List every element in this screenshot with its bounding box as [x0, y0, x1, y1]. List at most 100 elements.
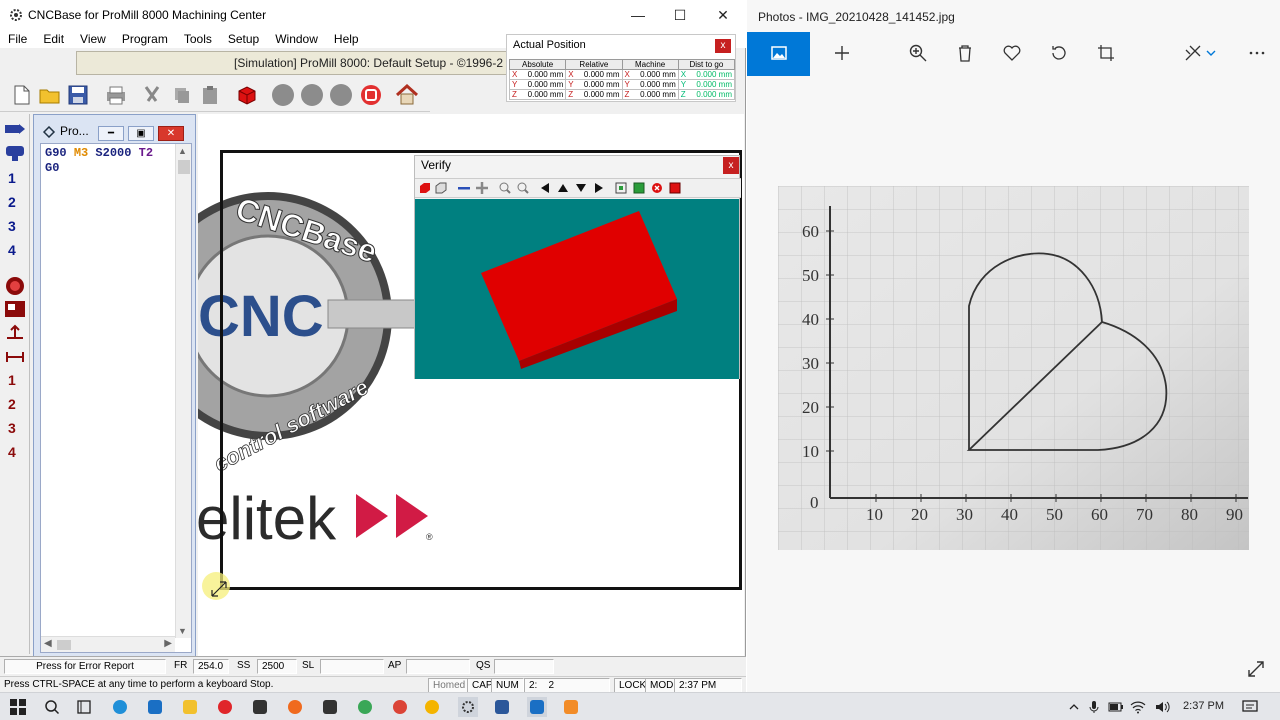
program-close-button[interactable]: ✕	[158, 126, 184, 141]
task-view-icon[interactable]	[74, 697, 94, 717]
close-button[interactable]: ✕	[701, 0, 745, 30]
menu-window[interactable]: Window	[267, 30, 326, 48]
more-options-icon[interactable]	[1247, 43, 1267, 63]
delete-icon[interactable]	[955, 43, 975, 63]
copy-icon[interactable]	[170, 83, 194, 107]
menu-file[interactable]: File	[0, 30, 35, 48]
rotate-right-icon[interactable]	[593, 182, 605, 194]
height-offset-icon[interactable]	[5, 324, 25, 342]
solid-view-icon[interactable]	[419, 182, 431, 194]
see-all-photos-button[interactable]	[747, 32, 810, 76]
cycle-button-3[interactable]	[329, 83, 353, 107]
chrome-active-icon[interactable]	[422, 697, 442, 717]
store-icon[interactable]	[250, 697, 270, 717]
error-report-button[interactable]: Press for Error Report	[4, 659, 166, 674]
rotate-up-icon[interactable]	[557, 182, 569, 194]
security-icon[interactable]	[320, 697, 340, 717]
program-titlebar[interactable]: Pro... ━ ▣ ✕	[34, 119, 195, 141]
offset-icon[interactable]	[4, 300, 26, 318]
jog-2-button[interactable]: 2	[8, 194, 16, 210]
horizontal-scrollbar[interactable]: ◀ ▶	[41, 636, 175, 652]
save-disk-icon[interactable]	[66, 83, 90, 107]
crop-icon[interactable]	[1096, 43, 1116, 63]
paste-icon[interactable]	[198, 83, 222, 107]
iso-view-icon[interactable]	[633, 182, 645, 194]
actual-position-close-button[interactable]: x	[715, 39, 731, 53]
vertical-scrollbar[interactable]: ▲ ▼	[175, 144, 191, 638]
menu-view[interactable]: View	[72, 30, 114, 48]
start-menu-icon[interactable]	[8, 697, 28, 717]
cycle-button-1[interactable]	[271, 83, 295, 107]
word-icon[interactable]	[492, 697, 512, 717]
gcode-editor[interactable]: G90 M3 S2000 T2 G0 ▲ ▼ ◀ ▶	[40, 143, 192, 653]
length-offset-icon[interactable]	[5, 348, 25, 366]
zoom-plus-icon[interactable]	[475, 182, 489, 194]
verify-3d-view[interactable]	[415, 199, 739, 379]
zoom-icon[interactable]	[908, 43, 928, 63]
jog-4-button[interactable]: 4	[8, 242, 16, 258]
notifications-icon[interactable]	[1240, 697, 1260, 717]
minimize-button[interactable]: —	[616, 0, 660, 30]
snip-tool-icon[interactable]	[561, 697, 581, 717]
file-explorer-icon[interactable]	[180, 697, 200, 717]
wifi-icon[interactable]	[1128, 697, 1148, 717]
rotate-left-icon[interactable]	[539, 182, 551, 194]
cycle-button-2[interactable]	[300, 83, 324, 107]
edit-tools-icon[interactable]	[1183, 43, 1203, 63]
menu-setup[interactable]: Setup	[220, 30, 267, 48]
home-icon[interactable]	[395, 83, 419, 107]
tool-change-icon[interactable]	[4, 144, 26, 162]
offset-4-button[interactable]: 4	[8, 444, 16, 460]
rotate-down-icon[interactable]	[575, 182, 587, 194]
cut-icon[interactable]	[140, 83, 164, 107]
offset-3-button[interactable]: 3	[8, 420, 16, 436]
verify-close-button[interactable]: x	[723, 157, 739, 174]
photos-task-icon[interactable]	[527, 697, 547, 717]
offset-2-button[interactable]: 2	[8, 396, 16, 412]
chevron-up-icon[interactable]	[1064, 697, 1084, 717]
jog-3-button[interactable]: 3	[8, 218, 16, 234]
favorite-icon[interactable]	[1002, 43, 1022, 63]
stock-cube-icon[interactable]	[235, 83, 259, 107]
program-minimize-button[interactable]: ━	[98, 126, 124, 141]
search-icon[interactable]	[42, 697, 62, 717]
taskbar-clock[interactable]: 2:37 PM	[1183, 700, 1224, 712]
program-restore-button[interactable]: ▣	[128, 126, 154, 141]
opera-icon[interactable]	[215, 697, 235, 717]
zoom-in-icon[interactable]	[499, 182, 511, 194]
print-icon[interactable]	[104, 83, 128, 107]
menu-help[interactable]: Help	[326, 30, 367, 48]
spindle-icon[interactable]	[4, 122, 26, 136]
stock-icon[interactable]	[669, 182, 681, 194]
record-icon[interactable]	[5, 276, 25, 296]
offset-1-button[interactable]: 1	[8, 372, 16, 388]
microphone-icon[interactable]	[1084, 697, 1104, 717]
zoom-out-icon[interactable]	[517, 182, 529, 194]
open-folder-icon[interactable]	[38, 83, 62, 107]
rotate-icon[interactable]	[1049, 43, 1069, 63]
chrome-profile-icon[interactable]	[390, 697, 410, 717]
edge-browser-icon[interactable]	[110, 697, 130, 717]
volume-icon[interactable]	[1152, 697, 1172, 717]
new-file-icon[interactable]	[10, 83, 34, 107]
cncbase-task-icon[interactable]	[458, 697, 478, 717]
stop-icon[interactable]	[359, 83, 383, 107]
zoom-minus-icon[interactable]	[457, 182, 471, 194]
add-icon[interactable]	[832, 43, 852, 63]
firefox-icon[interactable]	[285, 697, 305, 717]
mail-icon[interactable]	[145, 697, 165, 717]
qs-value	[494, 659, 554, 674]
menu-program[interactable]: Program	[114, 30, 176, 48]
expand-icon[interactable]	[1247, 660, 1265, 678]
reset-verify-icon[interactable]	[651, 182, 663, 194]
battery-icon[interactable]	[1106, 697, 1126, 717]
maximize-button[interactable]: ☐	[658, 0, 702, 30]
fit-view-icon[interactable]	[615, 182, 627, 194]
menu-tools[interactable]: Tools	[176, 30, 220, 48]
chrome-icon[interactable]	[355, 697, 375, 717]
menu-edit[interactable]: Edit	[35, 30, 72, 48]
jog-1-button[interactable]: 1	[8, 170, 16, 186]
wire-view-icon[interactable]	[435, 182, 447, 194]
photo-image[interactable]: 10 20 30 40 50 60 10 20 30 40 50 60 70 80 90 0	[778, 186, 1249, 550]
chevron-down-icon[interactable]	[1205, 43, 1217, 63]
